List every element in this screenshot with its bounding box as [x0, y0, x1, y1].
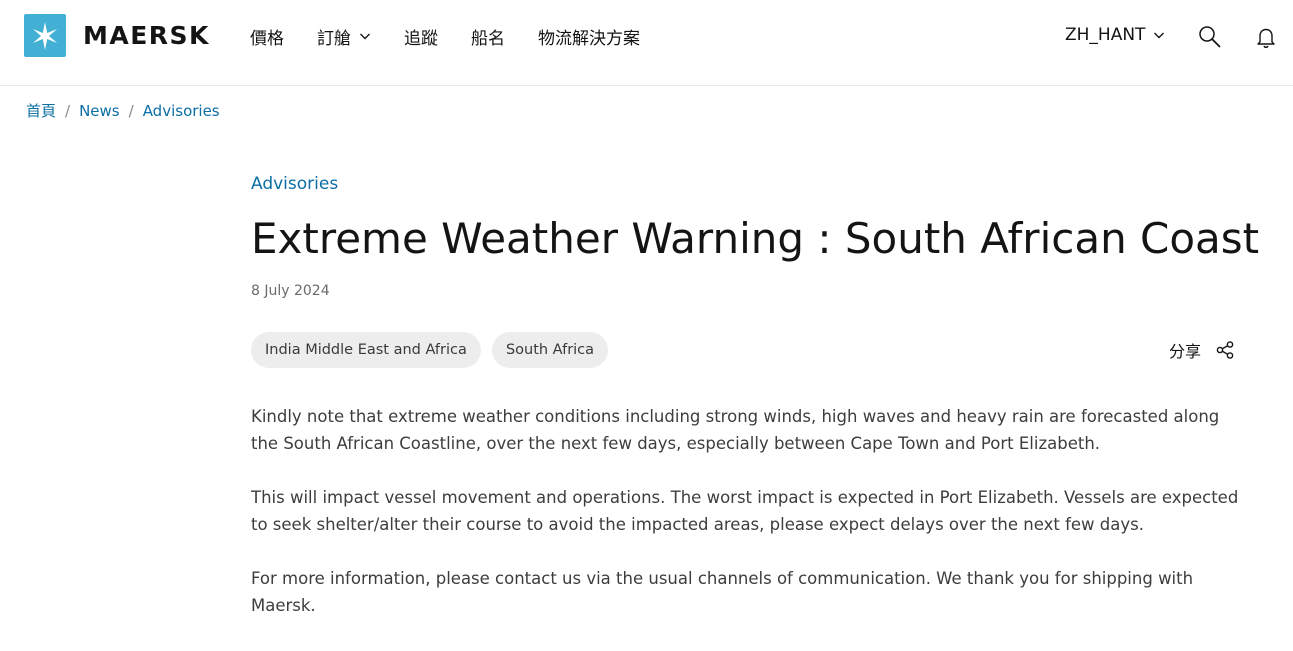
tag-chip[interactable]: South Africa [491, 332, 609, 368]
search-icon [1199, 26, 1221, 48]
brand-name: MAERSK [83, 21, 210, 50]
breadcrumb-separator: / [65, 101, 71, 120]
search-button[interactable] [1197, 24, 1223, 50]
share-icon [1216, 341, 1234, 359]
chevron-down-icon [1154, 32, 1165, 39]
article-paragraph: This will impact vessel movement and ope… [251, 488, 1239, 534]
nav-item-vessels[interactable]: 船名 [471, 24, 505, 49]
article-body: Kindly note that extreme weather conditi… [251, 403, 1241, 619]
nav-item-booking[interactable]: 訂艙 [317, 24, 371, 49]
nav-item-label: 船名 [471, 28, 505, 49]
nav-item-prices[interactable]: 價格 [250, 24, 284, 49]
star-logo-icon [24, 14, 66, 57]
language-label: ZH_HANT [1065, 25, 1146, 45]
chevron-down-icon [360, 33, 370, 40]
nav-item-label: 追蹤 [404, 28, 438, 49]
bell-icon [1257, 28, 1275, 49]
tags-row: India Middle East and Africa South Afric… [251, 332, 1241, 368]
breadcrumb: 首頁 / News / Advisories [26, 100, 220, 121]
article-paragraph: Kindly note that extreme weather conditi… [251, 407, 1220, 453]
article-paragraph: For more information, please contact us … [251, 569, 1194, 615]
share-button[interactable]: 分享 [1169, 338, 1235, 362]
article: Advisories Extreme Weather Warning : Sou… [251, 174, 1260, 646]
breadcrumb-home[interactable]: 首頁 [26, 100, 56, 121]
notifications-button[interactable] [1253, 24, 1279, 50]
nav-item-logistics-solutions[interactable]: 物流解決方案 [538, 24, 640, 49]
article-date: 8 July 2024 [251, 283, 330, 299]
nav-item-tracking[interactable]: 追蹤 [404, 24, 438, 49]
article-category-link[interactable]: Advisories [251, 174, 1241, 198]
breadcrumb-separator: / [128, 101, 134, 120]
maersk-logo[interactable]: MAERSK [24, 14, 210, 57]
article-title: Extreme Weather Warning : South African … [251, 214, 1260, 263]
share-label: 分享 [1168, 342, 1201, 361]
language-selector[interactable]: ZH_HANT [1065, 25, 1165, 45]
nav-item-label: 價格 [250, 28, 284, 49]
nav-item-label: 訂艙 [317, 28, 351, 49]
main-nav: 價格 訂艙 追蹤 船名 物流解決方案 [250, 24, 673, 49]
breadcrumb-advisories[interactable]: Advisories [143, 102, 220, 120]
tag-chip[interactable]: India Middle East and Africa [251, 332, 481, 368]
nav-item-label: 物流解決方案 [538, 28, 640, 49]
site-header: MAERSK 價格 訂艙 追蹤 船名 物流解決方案 ZH_HANT [0, 0, 1293, 86]
breadcrumb-news[interactable]: News [79, 102, 120, 120]
